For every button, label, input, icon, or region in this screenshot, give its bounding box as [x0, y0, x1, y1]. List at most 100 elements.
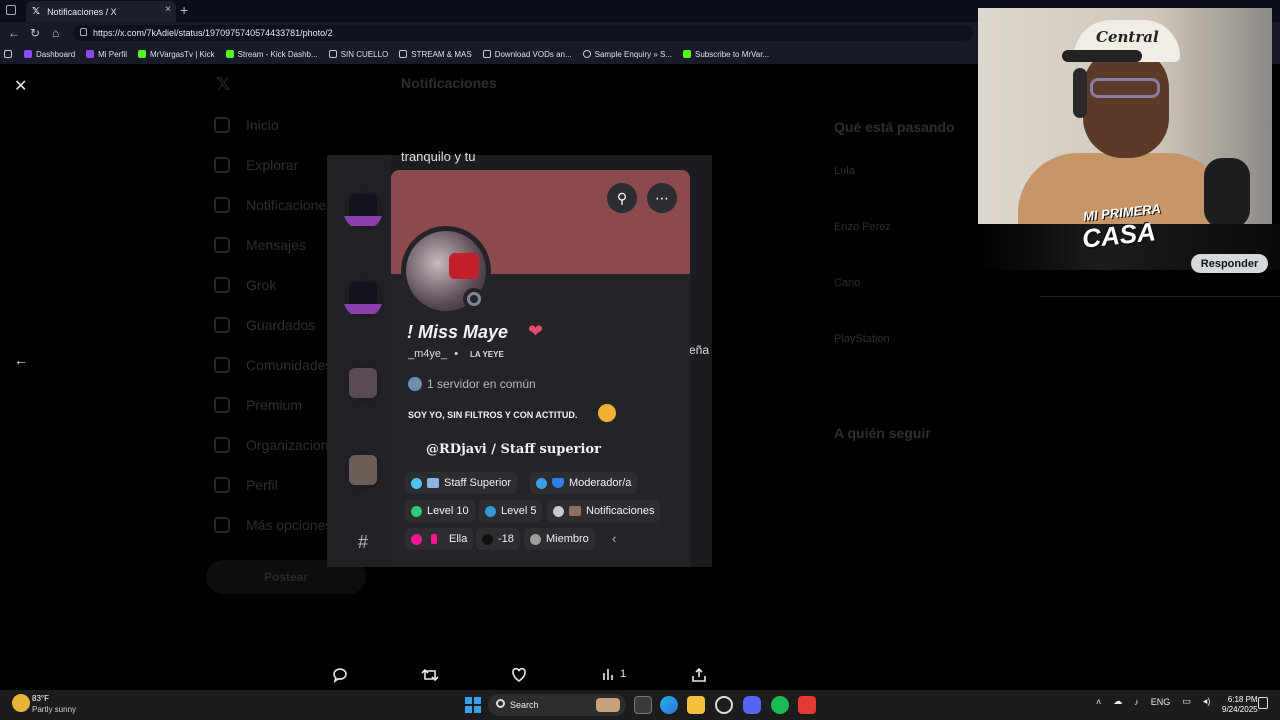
language-indicator[interactable]: ENG [1151, 697, 1171, 707]
previous-arrow-icon[interactable]: ← [14, 352, 28, 368]
chevron-up-icon[interactable]: ˄ [1096, 697, 1101, 707]
url-field[interactable]: https://x.com/7kAdiel/status/19709757405… [73, 25, 973, 41]
views-button[interactable]: 1 [602, 667, 626, 681]
badge-icon [427, 478, 439, 488]
sidebar-item-mensajes[interactable]: Mensajes [246, 237, 306, 253]
search-highlight-icon [596, 698, 620, 712]
microphone-icon [1204, 158, 1250, 224]
tab-title: Notificaciones / X [47, 6, 117, 17]
reload-icon[interactable]: ↻ [30, 26, 40, 40]
windows-start-icon[interactable] [465, 697, 481, 713]
search-icon [214, 157, 230, 173]
site-info-icon[interactable] [80, 28, 87, 36]
bookmark-sample-enquiry[interactable]: Sample Enquiry » S... [582, 50, 672, 59]
repost-icon[interactable] [421, 667, 439, 686]
trend-item[interactable]: PlayStation [834, 333, 890, 345]
premium-icon [214, 397, 230, 413]
comment-icon[interactable] [332, 667, 348, 686]
home-icon [214, 117, 230, 133]
responder-button[interactable]: Responder [1191, 254, 1268, 273]
role-miembro: Miembro [524, 528, 595, 550]
network-icon[interactable]: ▭ [1182, 696, 1191, 707]
search-icon [496, 699, 505, 708]
chrome-icon[interactable] [715, 696, 733, 714]
sidebar-item-premium[interactable]: Premium [246, 397, 302, 413]
clock[interactable]: 6:18 PM 9/24/2025 [1222, 695, 1258, 715]
page-header-title: Notificaciones [401, 75, 497, 91]
bookmark-stream-mas[interactable]: STREAM & MAS [399, 50, 472, 59]
new-tab-button[interactable]: + [180, 2, 188, 18]
views-count: 1 [620, 668, 627, 680]
notification-bell-icon[interactable] [1258, 697, 1268, 709]
apps-icon[interactable] [4, 50, 16, 58]
cloud-icon[interactable]: ☁ [1113, 696, 1122, 707]
sidebar-item-notificaciones[interactable]: Notificaciones [246, 197, 333, 213]
tab-actions-icon[interactable] [6, 5, 16, 15]
weather-icon[interactable] [12, 694, 30, 712]
bookmark-subscribe[interactable]: Subscribe to MrVar... [683, 50, 769, 59]
bookmark-download-vods[interactable]: Download VODs an... [482, 50, 572, 59]
folder-icon [399, 50, 408, 58]
volume-icon[interactable]: ◂) [1203, 696, 1211, 707]
avatar [401, 226, 491, 316]
pronoun-tag: LA YEYE [470, 350, 504, 359]
bookmark-sin-cuello[interactable]: SIN CUELLO [328, 50, 388, 59]
kick-icon [138, 50, 147, 58]
obs-icon[interactable] [798, 696, 816, 714]
sidebar-item-mas-opciones[interactable]: Más opciones [246, 517, 332, 533]
sidebar-item-grok[interactable]: Grok [246, 277, 276, 293]
system-tray: ˄ ☁ ♪ ENG ▭ ◂) [1096, 696, 1210, 707]
bell-icon [214, 197, 230, 213]
back-icon[interactable]: ← [8, 26, 20, 40]
chat-avatar [343, 451, 383, 491]
divider [1040, 296, 1280, 297]
discord-icon[interactable] [743, 696, 761, 714]
sidebar-item-perfil[interactable]: Perfil [246, 477, 278, 493]
microphone-icon[interactable]: ♪ [1134, 697, 1139, 707]
profile-bio: SOY YO, SIN FILTROS Y CON ACTITUD. [408, 410, 578, 420]
chat-avatar [343, 278, 383, 318]
trend-item[interactable]: Cano [834, 277, 860, 289]
collapse-roles-icon: ‹ [612, 531, 617, 546]
browser-tab[interactable]: 𝕏 Notificaciones / X × [26, 1, 176, 22]
task-view-icon[interactable] [634, 696, 652, 714]
server-icon [408, 377, 422, 391]
file-explorer-icon[interactable] [687, 696, 705, 714]
sidebar-item-comunidades[interactable]: Comunidades [246, 357, 332, 373]
role-ella: Ella [405, 528, 474, 550]
bookmark-mi-perfil[interactable]: Mi Perfil [86, 50, 127, 59]
smirk-emoji-icon [598, 404, 616, 422]
twitch-icon [86, 50, 95, 58]
x-logo-icon: 𝕏 [216, 74, 231, 94]
chat-avatar [343, 364, 383, 404]
lightning-icon [214, 437, 230, 453]
trend-item[interactable]: Enzo Perez [834, 221, 891, 233]
x-logo-icon: 𝕏 [32, 6, 41, 17]
bookmark-dashboard[interactable]: Dashboard [24, 50, 75, 59]
bookmark-icon [214, 317, 230, 333]
url-text: https://x.com/7kAdiel/status/19709757405… [93, 28, 333, 38]
weather-description: Partly sunny [32, 705, 77, 714]
close-icon[interactable]: ✕ [14, 76, 27, 96]
edge-icon[interactable] [660, 696, 678, 714]
mail-icon [214, 237, 230, 253]
sidebar-item-explorar[interactable]: Explorar [246, 157, 298, 173]
tab-close-button[interactable]: × [165, 4, 171, 15]
bookmark-kick-dashboard[interactable]: Stream - Kick Dashb... [225, 50, 318, 59]
taskbar-search[interactable]: Search [488, 694, 626, 716]
sidebar-item-guardados[interactable]: Guardados [246, 317, 315, 333]
home-icon[interactable]: ⌂ [52, 26, 59, 40]
bookmark-kick[interactable]: MrVargasTv | Kick [138, 50, 215, 59]
share-icon[interactable] [691, 667, 707, 686]
display-name: ! Miss Maye [407, 322, 509, 342]
heart-icon: ❤ [528, 321, 544, 341]
heart-icon[interactable] [511, 667, 527, 686]
add-friend-icon: ⚲ [607, 183, 637, 213]
webcam-overlay: Central [978, 8, 1272, 224]
spotify-icon[interactable] [771, 696, 789, 714]
grok-icon [214, 277, 230, 293]
sidebar-item-inicio[interactable]: Inicio [246, 117, 279, 133]
follow-title: A quién seguir [834, 425, 931, 441]
profile-icon [214, 477, 230, 493]
trend-item[interactable]: Lula [834, 165, 855, 177]
